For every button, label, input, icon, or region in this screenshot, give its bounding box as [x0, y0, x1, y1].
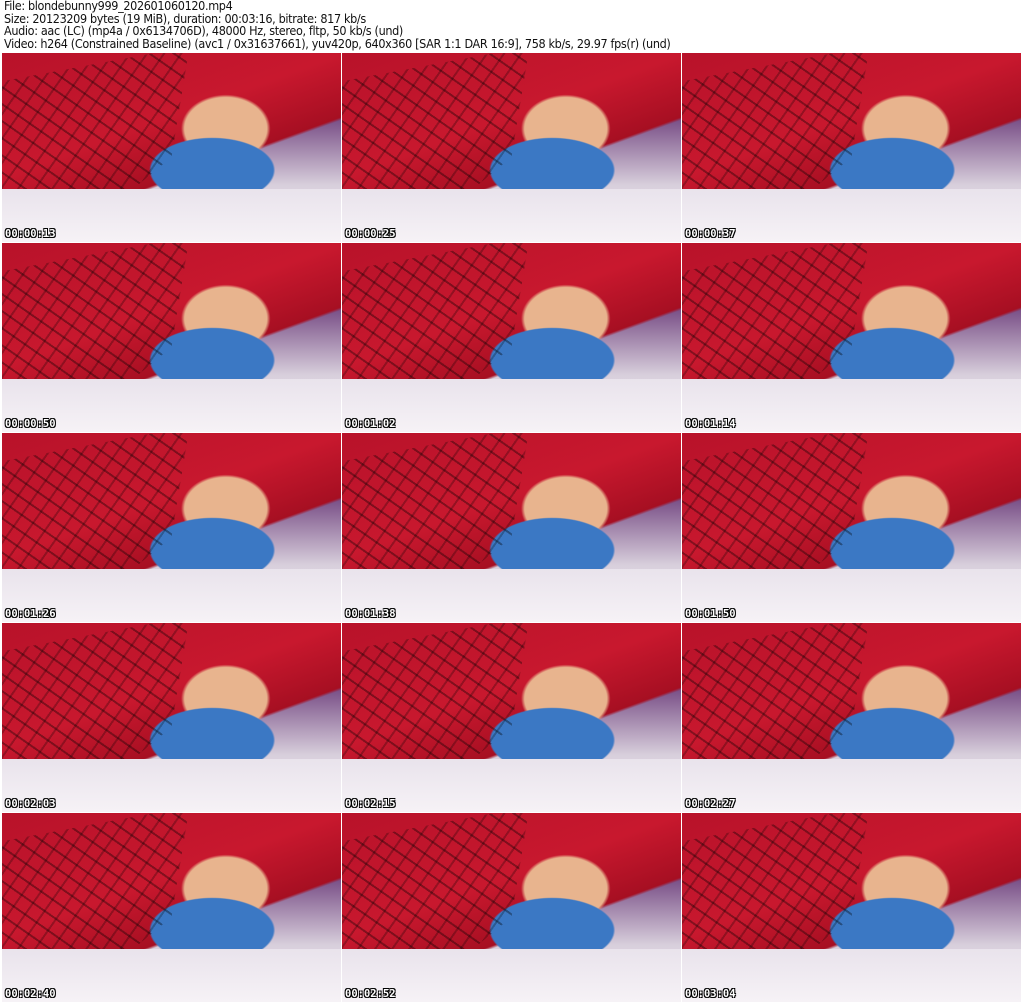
thumbnail-timestamp: 00:00:50 — [5, 418, 56, 430]
thumbnail-timestamp: 00:02:27 — [685, 798, 736, 810]
video-thumbnail: 00:00:37 — [682, 53, 1021, 242]
thumbnail-timestamp: 00:00:25 — [345, 228, 396, 240]
video-thumbnail: 00:00:25 — [342, 53, 681, 242]
thumbnail-timestamp: 00:01:38 — [345, 608, 396, 620]
thumbnail-timestamp: 00:00:13 — [5, 228, 56, 240]
thumbnail-grid: 00:00:13 00:00:25 00:00:37 00:00:50 00:01:02… — [2, 53, 1021, 1002]
video-thumbnail: 00:02:40 — [2, 813, 341, 1002]
file-info-header: File: blondebunny999_202601060120.mp4 Si… — [4, 0, 671, 51]
video-thumbnail: 00:02:27 — [682, 623, 1021, 812]
thumbnail-timestamp: 00:01:14 — [685, 418, 736, 430]
thumbnail-timestamp: 00:03:04 — [685, 988, 736, 1000]
thumbnail-timestamp: 00:02:15 — [345, 798, 396, 810]
thumbnail-timestamp: 00:01:26 — [5, 608, 56, 620]
video-thumbnail: 00:01:26 — [2, 433, 341, 622]
video-thumbnail: 00:01:50 — [682, 433, 1021, 622]
video-thumbnail: 00:01:14 — [682, 243, 1021, 432]
video-thumbnail: 00:02:52 — [342, 813, 681, 1002]
video-thumbnail: 00:02:03 — [2, 623, 341, 812]
thumbnail-timestamp: 00:01:02 — [345, 418, 396, 430]
video-thumbnail: 00:03:04 — [682, 813, 1021, 1002]
thumbnail-timestamp: 00:02:40 — [5, 988, 56, 1000]
video-thumbnail: 00:01:38 — [342, 433, 681, 622]
video-thumbnail: 00:00:13 — [2, 53, 341, 242]
thumbnail-timestamp: 00:00:37 — [685, 228, 736, 240]
video-thumbnail: 00:02:15 — [342, 623, 681, 812]
video-thumbnail: 00:00:50 — [2, 243, 341, 432]
thumbnail-timestamp: 00:02:52 — [345, 988, 396, 1000]
video-info: Video: h264 (Constrained Baseline) (avc1… — [4, 35, 671, 51]
video-thumbnail: 00:01:02 — [342, 243, 681, 432]
thumbnail-timestamp: 00:01:50 — [685, 608, 736, 620]
thumbnail-timestamp: 00:02:03 — [5, 798, 56, 810]
